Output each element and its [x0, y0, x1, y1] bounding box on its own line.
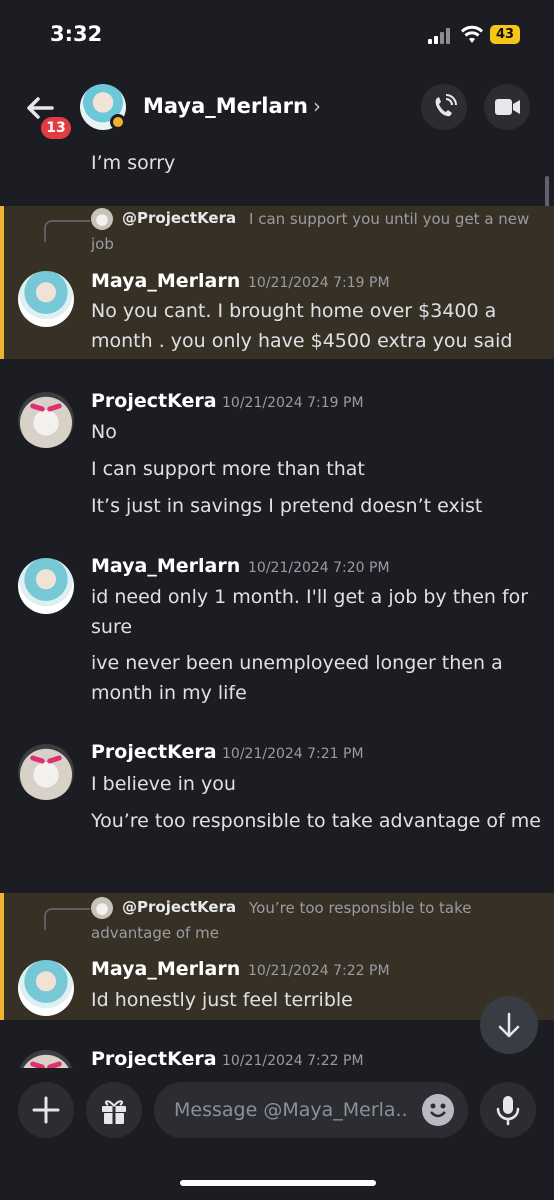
reply-connector	[44, 908, 90, 930]
chevron-right-icon[interactable]: ›	[313, 94, 321, 118]
message-input-placeholder: Message @Maya_Merla..	[174, 1099, 408, 1121]
voice-call-button[interactable]	[421, 84, 467, 130]
status-time: 3:32	[50, 22, 103, 46]
message-timestamp: 10/21/2024 7:19 PM	[222, 395, 364, 411]
message-input[interactable]: Message @Maya_Merla..	[154, 1082, 468, 1138]
phone-call-icon	[435, 94, 457, 117]
reply-preview[interactable]: You’re too responsible to take advantage…	[91, 896, 541, 946]
gift-button[interactable]	[86, 1082, 142, 1138]
message-timestamp: 10/21/2024 7:22 PM	[248, 963, 390, 979]
message-timestamp: 10/21/2024 7:22 PM	[222, 1053, 364, 1068]
voice-message-button[interactable]	[480, 1082, 536, 1138]
message-text: You’re too responsible to take advantage…	[91, 810, 541, 832]
jump-to-present-button[interactable]	[480, 996, 538, 1054]
message-timestamp: 10/21/2024 7:19 PM	[248, 275, 390, 291]
battery-level: 43	[490, 25, 520, 44]
message-timestamp: 10/21/2024 7:21 PM	[222, 746, 364, 762]
message-username[interactable]: ProjectKera	[91, 741, 217, 763]
avatar[interactable]	[18, 744, 74, 800]
dm-username[interactable]: Maya_Merlarn	[143, 94, 308, 118]
message-timestamp: 10/21/2024 7:20 PM	[248, 560, 390, 576]
message-username[interactable]: Maya_Merlarn	[91, 958, 240, 980]
add-attachment-button[interactable]	[18, 1082, 74, 1138]
status-bar: 3:32 43	[0, 0, 554, 70]
gift-icon	[102, 1100, 126, 1124]
avatar[interactable]	[18, 271, 74, 327]
message-text: ive never been unemployeed longer then a…	[91, 652, 503, 704]
message-username[interactable]: ProjectKera	[91, 390, 217, 412]
message-list[interactable]: I’m sorry @ProjectKera I can support you…	[0, 148, 554, 1068]
message-text: I believe in you	[91, 773, 236, 795]
avatar[interactable]	[18, 392, 74, 448]
message-username[interactable]: ProjectKera	[91, 1048, 217, 1068]
idle-status-icon	[110, 114, 126, 130]
microphone-icon	[496, 1096, 520, 1126]
message-text: It’s just in savings I pretend doesn’t e…	[91, 495, 483, 517]
plus-icon	[32, 1096, 60, 1124]
message-username[interactable]: Maya_Merlarn	[91, 270, 240, 292]
message-text: I can support more than that	[91, 458, 365, 480]
cellular-signal-icon	[428, 28, 450, 44]
emoji-icon[interactable]	[422, 1094, 454, 1126]
message-text: I’m sorry	[91, 152, 176, 174]
composer-bar: Message @Maya_Merla..	[0, 1068, 554, 1200]
message-username[interactable]: Maya_Merlarn	[91, 555, 240, 577]
avatar[interactable]	[18, 960, 74, 1016]
wifi-icon	[460, 25, 484, 43]
message-text: No	[91, 421, 117, 443]
message-text: id need only 1 month. I'll get a job by …	[91, 586, 529, 638]
message-text: Id honestly just feel terrible	[91, 989, 353, 1011]
video-camera-icon	[495, 99, 520, 115]
avatar[interactable]	[18, 558, 74, 614]
home-indicator[interactable]	[180, 1180, 376, 1186]
message-text: No you cant. I brought home over $3400 a…	[91, 300, 513, 352]
avatar[interactable]	[18, 1050, 74, 1068]
arrow-down-icon	[498, 1012, 520, 1038]
dm-header: 13 Maya_Merlarn ›	[0, 72, 554, 148]
reply-preview[interactable]: I can support you until you get a new jo…	[91, 207, 541, 257]
reply-connector	[44, 220, 90, 242]
unread-badge: 13	[38, 114, 74, 142]
video-call-button[interactable]	[484, 84, 530, 130]
